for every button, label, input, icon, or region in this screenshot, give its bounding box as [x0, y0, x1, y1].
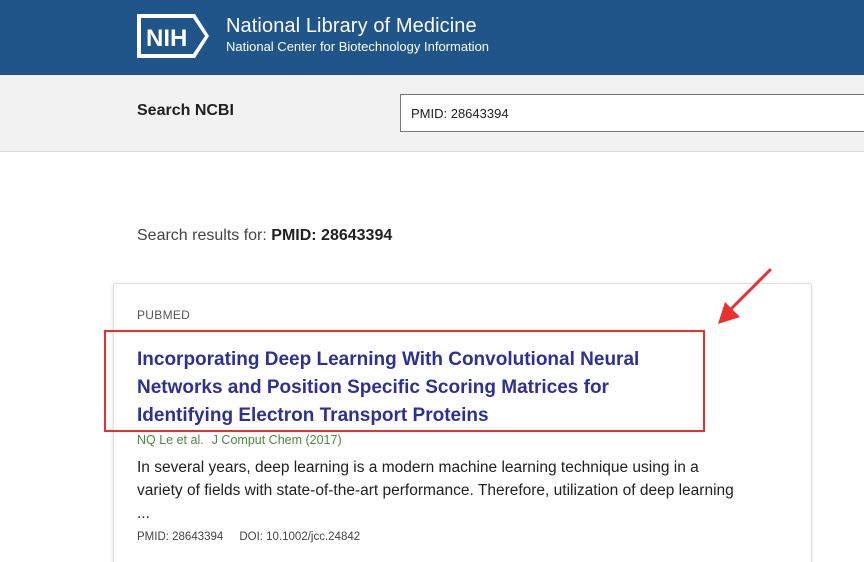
site-subtitle: National Center for Biotechnology Inform… [226, 39, 490, 54]
site-header: NIH National Library of Medicine Nationa… [0, 0, 864, 75]
search-input[interactable] [400, 94, 864, 132]
annotation-highlight-box [104, 330, 705, 432]
result-identifiers: PMID: 28643394 DOI: 10.1002/jcc.24842 [137, 531, 360, 543]
results-query: PMID: 28643394 [271, 227, 393, 244]
nih-logo-icon[interactable]: NIH [137, 14, 209, 58]
svg-text:NIH: NIH [146, 25, 187, 52]
result-citation: NQ Le et al. J Comput Chem (2017) [137, 433, 342, 447]
result-doi: DOI: 10.1002/jcc.24842 [239, 531, 361, 543]
site-title[interactable]: National Library of Medicine [226, 15, 477, 38]
search-label: Search NCBI [137, 102, 234, 119]
result-journal: J Comput Chem (2017) [211, 433, 342, 447]
result-source: PUBMED [137, 308, 191, 322]
result-pmid: PMID: 28643394 [137, 531, 224, 543]
result-authors: NQ Le et al. [137, 433, 204, 447]
search-bar: Search NCBI [0, 75, 864, 152]
result-snippet: In several years, deep learning is a mod… [137, 459, 734, 522]
results-heading: Search results for: PMID: 28643394 [137, 227, 392, 245]
results-prefix: Search results for: [137, 227, 267, 244]
arrow-pointer-icon [718, 268, 772, 324]
